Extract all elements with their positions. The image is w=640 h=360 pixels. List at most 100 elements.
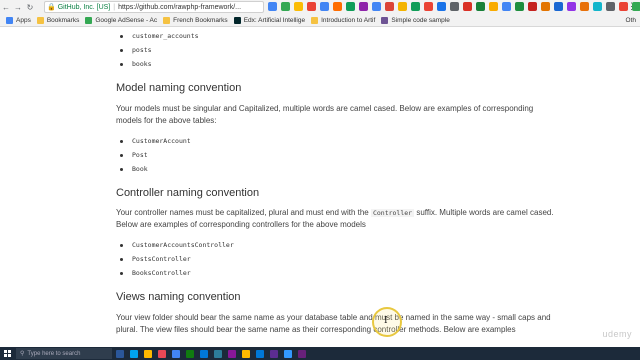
taskbar-app-icon[interactable] [228, 349, 236, 358]
extension-icon[interactable] [437, 2, 446, 11]
bookmark-icon [233, 16, 241, 24]
extension-icon[interactable] [294, 2, 303, 11]
bookmark-label: Edx: Artificial Intellige [243, 16, 306, 24]
taskbar-app-icon[interactable] [158, 349, 166, 358]
bookmark-item[interactable]: Introduction to Artif [311, 16, 375, 24]
omnibox[interactable]: 🔒 GitHub, Inc. [US] | https://github.com… [44, 1, 264, 13]
taskbar-search-placeholder: Type here to search [27, 350, 81, 357]
views-heading: Views naming convention [116, 291, 241, 303]
list-item-text: customer_accounts [132, 32, 199, 40]
bullet-icon [120, 257, 123, 261]
model-heading: Model naming convention [116, 82, 242, 94]
watermark: udemy [602, 329, 632, 339]
taskbar-app-icon[interactable] [200, 349, 208, 358]
start-button[interactable] [0, 347, 14, 360]
extension-icon[interactable] [320, 2, 329, 11]
bookmark-label: Bookmarks [46, 16, 80, 24]
extension-icon[interactable] [567, 2, 576, 11]
back-icon[interactable]: ← [0, 1, 12, 13]
taskbar-app-icon[interactable] [144, 349, 152, 358]
list-item: Book [120, 165, 148, 173]
taskbar-app-icon[interactable] [172, 349, 180, 358]
controller-text-before: Your controller names must be capitalize… [116, 208, 371, 217]
search-icon: ⚲ [20, 351, 25, 357]
taskbar: ⚲ Type here to search [0, 347, 640, 360]
extension-icon[interactable] [580, 2, 589, 11]
extension-icon[interactable] [554, 2, 563, 11]
bookmark-icon [36, 16, 44, 24]
browser-menu-icon[interactable]: ⋮ [627, 1, 636, 12]
bookmark-icon [85, 16, 93, 24]
windows-icon [3, 350, 11, 357]
extension-icon[interactable] [307, 2, 316, 11]
extension-icon[interactable] [346, 2, 355, 11]
views-paragraph: Your view folder should bear the same na… [116, 313, 551, 334]
list-item-text: books [132, 60, 152, 68]
list-item: Post [120, 151, 148, 159]
taskbar-app-icon[interactable] [214, 349, 222, 358]
taskbar-app-icon[interactable] [284, 349, 292, 358]
extension-icon[interactable] [359, 2, 368, 11]
taskbar-app-icon[interactable] [270, 349, 278, 358]
extension-icon[interactable] [502, 2, 511, 11]
bookmark-label: Google AdSense - Ac [95, 16, 158, 24]
address-bar-row: ← → ↻ 🔒 GitHub, Inc. [US] | https://gith… [0, 0, 640, 14]
extension-icon[interactable] [463, 2, 472, 11]
taskbar-app-icon[interactable] [242, 349, 250, 358]
extension-icon[interactable] [281, 2, 290, 11]
bookmark-item[interactable]: French Bookmarks [163, 16, 228, 24]
bullet-icon [120, 153, 123, 157]
omnibox-separator: | [113, 3, 116, 11]
bookmark-icon [163, 16, 171, 24]
list-item: CustomerAccount [120, 137, 191, 145]
taskbar-app-icon[interactable] [186, 349, 194, 358]
list-item: customer_accounts [120, 32, 199, 40]
bookmark-item[interactable]: Apps [6, 16, 31, 24]
bullet-icon [120, 167, 123, 171]
taskbar-search[interactable]: ⚲ Type here to search [16, 348, 112, 359]
bookmark-icon [381, 16, 389, 24]
reload-icon[interactable]: ↻ [24, 1, 36, 13]
bookmark-label: Apps [16, 16, 31, 24]
extension-icon[interactable] [398, 2, 407, 11]
bullet-icon [120, 271, 123, 275]
bookmark-item[interactable]: Simple code sample [381, 16, 450, 24]
extension-icon[interactable] [541, 2, 550, 11]
list-item-text: Post [132, 151, 148, 159]
bullet-icon [120, 139, 123, 143]
extension-icon[interactable] [333, 2, 342, 11]
extension-icon[interactable] [476, 2, 485, 11]
list-item-text: posts [132, 46, 152, 54]
bookmarks-bar: Apps Bookmarks Google AdSense - Ac French B… [0, 14, 640, 27]
extension-icon[interactable] [450, 2, 459, 11]
taskbar-app-icon[interactable] [256, 349, 264, 358]
extension-icon[interactable] [528, 2, 537, 11]
taskbar-app-icon[interactable] [298, 349, 306, 358]
taskbar-app-icon[interactable] [116, 349, 124, 358]
extension-icon[interactable] [268, 2, 277, 11]
list-item: posts [120, 46, 152, 54]
taskbar-app-icons [116, 349, 306, 358]
controller-paragraph: Your controller names must be capitalize… [116, 207, 556, 231]
bookmark-item[interactable]: Google AdSense - Ac [85, 16, 158, 24]
extension-icon[interactable] [593, 2, 602, 11]
list-item: CustomerAccountsController [120, 241, 234, 249]
bookmark-item[interactable]: Edx: Artificial Intellige [233, 16, 306, 24]
url-text[interactable]: https://github.com/rawphp-framework/... [118, 4, 241, 11]
list-item-text: Book [132, 165, 148, 173]
extension-icon[interactable] [372, 2, 381, 11]
extension-icon[interactable] [489, 2, 498, 11]
list-item: books [120, 60, 152, 68]
extension-icon[interactable] [385, 2, 394, 11]
taskbar-app-icon[interactable] [130, 349, 138, 358]
extension-icon[interactable] [424, 2, 433, 11]
controller-heading: Controller naming convention [116, 187, 260, 199]
extension-icon[interactable] [606, 2, 615, 11]
list-item-text: CustomerAccountsController [132, 241, 234, 249]
bookmark-label: Simple code sample [391, 16, 450, 24]
forward-icon[interactable]: → [12, 1, 24, 13]
other-bookmarks[interactable]: Oth [626, 17, 636, 24]
bookmark-item[interactable]: Bookmarks [36, 16, 80, 24]
extension-icon[interactable] [411, 2, 420, 11]
extension-icon[interactable] [515, 2, 524, 11]
